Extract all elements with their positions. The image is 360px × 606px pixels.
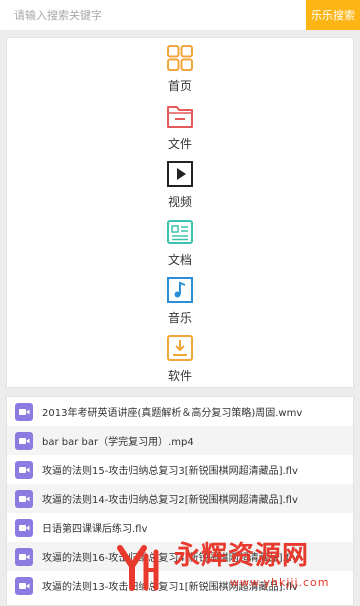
category-label: 音乐 [167,311,192,325]
list-item[interactable]: 日语第四课课后练习.flv [7,513,353,542]
list-item[interactable]: 攻逼的法则15-攻击归纳总复习3[新锐围棋网超清藏品].flv [7,455,353,484]
category-docs[interactable]: 文档 [7,218,353,276]
video-file-icon [15,402,33,421]
category-label: 文档 [167,253,192,267]
category-home[interactable]: 首页 [7,44,353,102]
list-item[interactable]: 攻逼的法则16-攻击归纳总复习4[新锐围棋网超清藏品].flv [7,542,353,571]
play-icon [167,161,193,187]
category-label: 首页 [167,79,192,93]
file-name: 日语第四课课后练习.flv [42,524,148,535]
file-name: bar bar bar（学完复习用）.mp4 [42,437,194,448]
category-label: 文件 [167,137,192,151]
category-software[interactable]: 软件 [7,334,353,392]
video-file-icon [15,576,33,595]
category-video[interactable]: 视频 [7,160,353,218]
music-icon [167,277,193,303]
video-file-icon [15,489,33,508]
file-name: 攻逼的法则14-攻击归纳总复习2[新锐围棋网超清藏品].flv [42,495,298,506]
grid-icon [167,45,193,71]
category-panel: 首页 文件 视频 文档 音乐 软件 [6,37,354,388]
list-item[interactable]: 攻逼的法则13-攻击归纳总复习1[新锐围棋网超清藏品].flv [7,571,353,600]
video-file-icon [15,431,33,450]
download-icon [167,335,193,361]
list-item[interactable]: bar bar bar（学完复习用）.mp4 [7,426,353,455]
file-name: 攻逼的法则13-攻击归纳总复习1[新锐围棋网超清藏品].flv [42,582,298,593]
search-bar: 乐乐搜索 [0,0,360,30]
file-name: 攻逼的法则16-攻击归纳总复习4[新锐围棋网超清藏品].flv [42,553,298,564]
file-list: 2013年考研英语讲座(真题解析＆高分复习策略)周固.wmv bar bar b… [6,396,354,606]
category-music[interactable]: 音乐 [7,276,353,334]
video-file-icon [15,518,33,537]
category-label: 软件 [167,369,192,383]
folder-icon [167,106,193,128]
category-label: 视频 [167,195,192,209]
list-item[interactable]: 2013年考研英语讲座(真题解析＆高分复习策略)周固.wmv [7,397,353,426]
video-file-icon [15,460,33,479]
file-name: 攻逼的法则15-攻击归纳总复习3[新锐围棋网超清藏品].flv [42,466,298,477]
search-input[interactable] [0,0,306,30]
search-button[interactable]: 乐乐搜索 [306,0,360,30]
category-files[interactable]: 文件 [7,102,353,160]
file-name: 2013年考研英语讲座(真题解析＆高分复习策略)周固.wmv [42,408,303,419]
video-file-icon [15,547,33,566]
list-item[interactable]: 攻逼的法则14-攻击归纳总复习2[新锐围棋网超清藏品].flv [7,484,353,513]
document-icon [167,220,193,244]
